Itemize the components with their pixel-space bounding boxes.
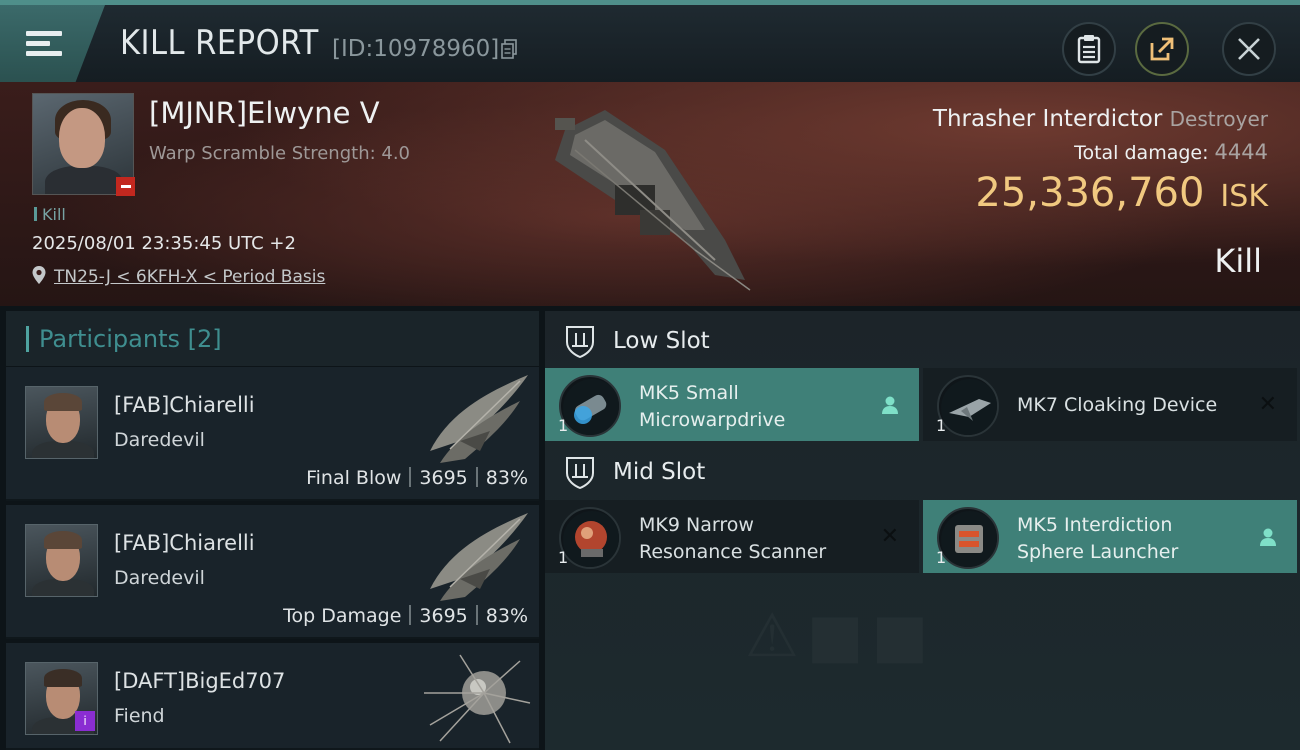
module-name: MK5 Small Microwarpdrive: [639, 380, 785, 434]
participant-name: [FAB]Chiarelli: [114, 531, 255, 555]
share-button[interactable]: [1135, 22, 1189, 76]
module-quantity: 1: [936, 416, 947, 435]
participants-title: Participants: [39, 324, 180, 353]
participant-row[interactable]: i [DAFT]BigEd707 Fiend: [6, 643, 539, 750]
module-quantity: 1: [558, 416, 569, 435]
mid-slot-header: Mid Slot: [545, 444, 1300, 499]
fittings-panel: ⚠■■ Low Slot 1 MK5 Small Microwarpdrive 1…: [545, 311, 1300, 750]
participant-ship-image: [430, 513, 528, 601]
participant-damage: 3695: [419, 467, 468, 489]
module-name: MK5 Interdiction Sphere Launcher: [1017, 512, 1178, 566]
page-title: KILL REPORT: [120, 23, 319, 63]
ship-type: Thrasher Interdictor: [932, 106, 1163, 132]
hamburger-icon: [26, 26, 62, 61]
participant-stats: Final Blow 3695 83%: [306, 467, 528, 489]
copy-icon[interactable]: [501, 39, 518, 59]
participant-stats: Top Damage 3695 83%: [283, 605, 528, 627]
participant-ship: Daredevil: [114, 567, 205, 589]
share-icon: [1150, 37, 1174, 61]
low-slot-header: Low Slot: [545, 313, 1300, 368]
participant-ship: Fiend: [114, 705, 165, 727]
header-bar: KILL REPORT [ID:10978960]: [0, 0, 1300, 82]
mid-slot-label: Mid Slot: [613, 458, 706, 485]
isk-amount: 25,336,760: [975, 170, 1205, 216]
shield-icon: [566, 325, 594, 358]
destroyed-x-icon: ✕: [1258, 392, 1277, 417]
clipboard-icon: [1077, 35, 1101, 64]
interdiction-launcher-icon: [937, 507, 999, 569]
minus-badge-icon: [116, 177, 135, 196]
participant-name: [FAB]Chiarelli: [114, 393, 255, 417]
role-badge-icon: i: [75, 711, 95, 731]
participants-panel: Participants [2] [FAB]Chiarelli Daredevi…: [6, 311, 539, 750]
module-name-line2: Resonance Scanner: [639, 541, 827, 563]
victim-ship-image: [555, 110, 751, 291]
kill-timestamp: 2025/08/01 23:35:45 UTC +2: [32, 233, 296, 254]
warp-scramble-strength: Warp Scramble Strength: 4.0: [149, 143, 411, 164]
total-damage-value: 4444: [1214, 140, 1268, 164]
background-watermark: ⚠■■: [745, 601, 937, 671]
module-card[interactable]: 1 MK5 Interdiction Sphere Launcher: [923, 500, 1297, 573]
result-label: Kill: [1214, 242, 1262, 280]
close-button[interactable]: [1222, 22, 1276, 76]
module-name-line2: Sphere Launcher: [1017, 541, 1179, 563]
kill-tag: Kill: [34, 205, 66, 224]
participant-ship: Daredevil: [114, 429, 205, 451]
pilot-icon: [882, 396, 898, 414]
microwarpdrive-icon: [559, 375, 621, 437]
participant-percent: 83%: [485, 467, 528, 489]
shield-icon: [566, 456, 594, 489]
destroyed-x-icon: ✕: [880, 524, 899, 549]
participant-role: Top Damage: [283, 605, 402, 627]
participant-row[interactable]: [FAB]Chiarelli Daredevil Final Blow 3695 8…: [6, 367, 539, 501]
ship-class: Destroyer: [1169, 107, 1268, 131]
participants-count: [2]: [187, 324, 222, 353]
avatar[interactable]: [25, 386, 98, 459]
module-name: MK9 Narrow Resonance Scanner: [639, 512, 826, 566]
module-name: MK7 Cloaking Device: [1017, 394, 1218, 416]
report-id: [ID:10978960]: [332, 36, 500, 62]
isk-value: 25,336,760 ISK: [975, 170, 1268, 216]
clipboard-button[interactable]: [1062, 22, 1116, 76]
module-name-line1: MK9 Narrow: [639, 514, 754, 536]
isk-unit: ISK: [1220, 179, 1268, 214]
participant-damage: 3695: [419, 605, 468, 627]
module-quantity: 1: [558, 548, 569, 567]
scanner-icon: [559, 507, 621, 569]
victim-name[interactable]: [MJNR]Elwyne V: [149, 96, 380, 130]
participant-ship-image: [430, 375, 528, 463]
avatar[interactable]: [25, 524, 98, 597]
kill-tag-label: Kill: [42, 205, 66, 224]
location-link[interactable]: TN25-J < 6KFH-X < Period Basis: [54, 267, 325, 287]
cloaking-device-icon: [937, 375, 999, 437]
module-quantity: 1: [936, 548, 947, 567]
total-damage-label: Total damage:: [1074, 142, 1209, 164]
victim-banner: [MJNR]Elwyne V Warp Scramble Strength: 4…: [0, 82, 1300, 306]
module-name-line1: MK5 Interdiction: [1017, 514, 1173, 536]
participant-role: Final Blow: [306, 467, 402, 489]
location-pin-icon: [32, 266, 46, 284]
participants-label: Participants [2]: [39, 325, 222, 353]
victim-ship-name[interactable]: Thrasher Interdictor Destroyer: [933, 106, 1268, 132]
participant-percent: 83%: [485, 605, 528, 627]
close-icon: [1238, 38, 1260, 60]
module-card[interactable]: 1 MK5 Small Microwarpdrive: [545, 368, 919, 441]
participant-row[interactable]: [FAB]Chiarelli Daredevil Top Damage 3695 8…: [6, 505, 539, 639]
module-name-line2: Microwarpdrive: [639, 409, 786, 431]
module-card[interactable]: 1 MK9 Narrow Resonance Scanner ✕: [545, 500, 919, 573]
module-card[interactable]: 1 MK7 Cloaking Device ✕: [923, 368, 1297, 441]
pilot-icon: [1260, 528, 1276, 546]
participants-header: Participants [2]: [6, 311, 539, 366]
low-slot-label: Low Slot: [613, 327, 710, 354]
total-damage: Total damage: 4444: [1074, 140, 1268, 164]
module-name-line1: MK5 Small: [639, 382, 739, 404]
menu-button[interactable]: [0, 5, 105, 82]
participant-name: [DAFT]BigEd707: [114, 669, 286, 693]
participant-ship-image: [424, 654, 531, 744]
